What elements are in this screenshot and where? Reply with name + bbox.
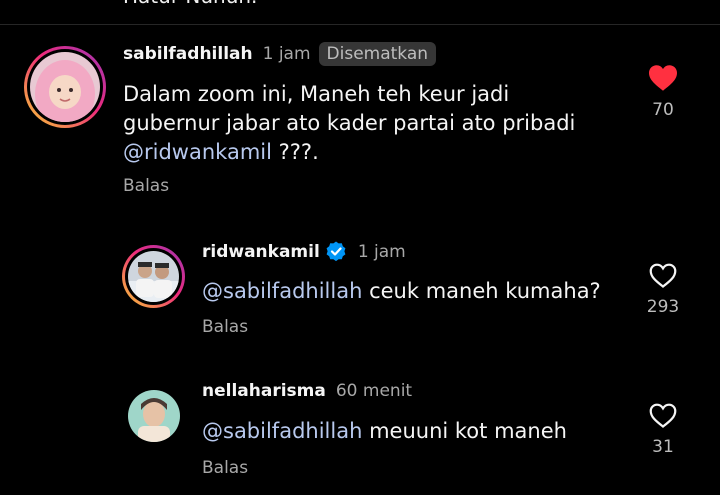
heart-outline-icon (649, 263, 677, 288)
like-button[interactable]: 31 (633, 402, 693, 457)
divider (0, 24, 720, 25)
timestamp: 1 jam (262, 44, 311, 64)
mention-link[interactable]: @sabilfadhillah (202, 279, 362, 303)
comment-text-tail: ceuk maneh kumaha? (362, 279, 601, 303)
comment-line: Dalam zoom ini, Maneh teh keur jadi (123, 82, 510, 106)
pinned-badge: Disematkan (318, 42, 437, 66)
avatar[interactable] (128, 390, 180, 442)
reply-button[interactable]: Balas (202, 317, 248, 337)
username[interactable]: ridwankamil (202, 242, 320, 262)
comment-text: Dalam zoom ini, Maneh teh keur jadi gube… (123, 80, 575, 167)
avatar[interactable] (122, 245, 185, 308)
like-button[interactable]: 70 (633, 64, 693, 120)
previous-comment-text: Hatur Nuhun. (123, 0, 257, 8)
username[interactable]: sabilfadhillah (123, 44, 253, 64)
like-count: 70 (652, 100, 674, 120)
like-count: 31 (652, 437, 674, 457)
comment-line: gubernur jabar ato kader partai ato prib… (123, 111, 576, 135)
like-button[interactable]: 293 (633, 262, 693, 317)
timestamp: 60 menit (335, 381, 413, 401)
timestamp: 1 jam (357, 242, 406, 262)
heart-filled-icon (649, 65, 677, 91)
like-count: 293 (646, 297, 680, 317)
comment-text: @sabilfadhillah meuuni kot maneh (202, 417, 567, 446)
comment-text: @sabilfadhillah ceuk maneh kumaha? (202, 277, 601, 306)
avatar[interactable] (24, 46, 106, 128)
comment-text-tail: ???. (271, 140, 319, 164)
verified-badge-icon (324, 240, 348, 264)
heart-outline-icon (649, 403, 677, 428)
comment-text-tail: meuuni kot maneh (362, 419, 567, 443)
mention-link[interactable]: @ridwankamil (123, 140, 272, 164)
username[interactable]: nellaharisma (202, 381, 326, 401)
reply-button[interactable]: Balas (202, 458, 248, 478)
reply-button[interactable]: Balas (123, 176, 169, 196)
mention-link[interactable]: @sabilfadhillah (202, 419, 362, 443)
